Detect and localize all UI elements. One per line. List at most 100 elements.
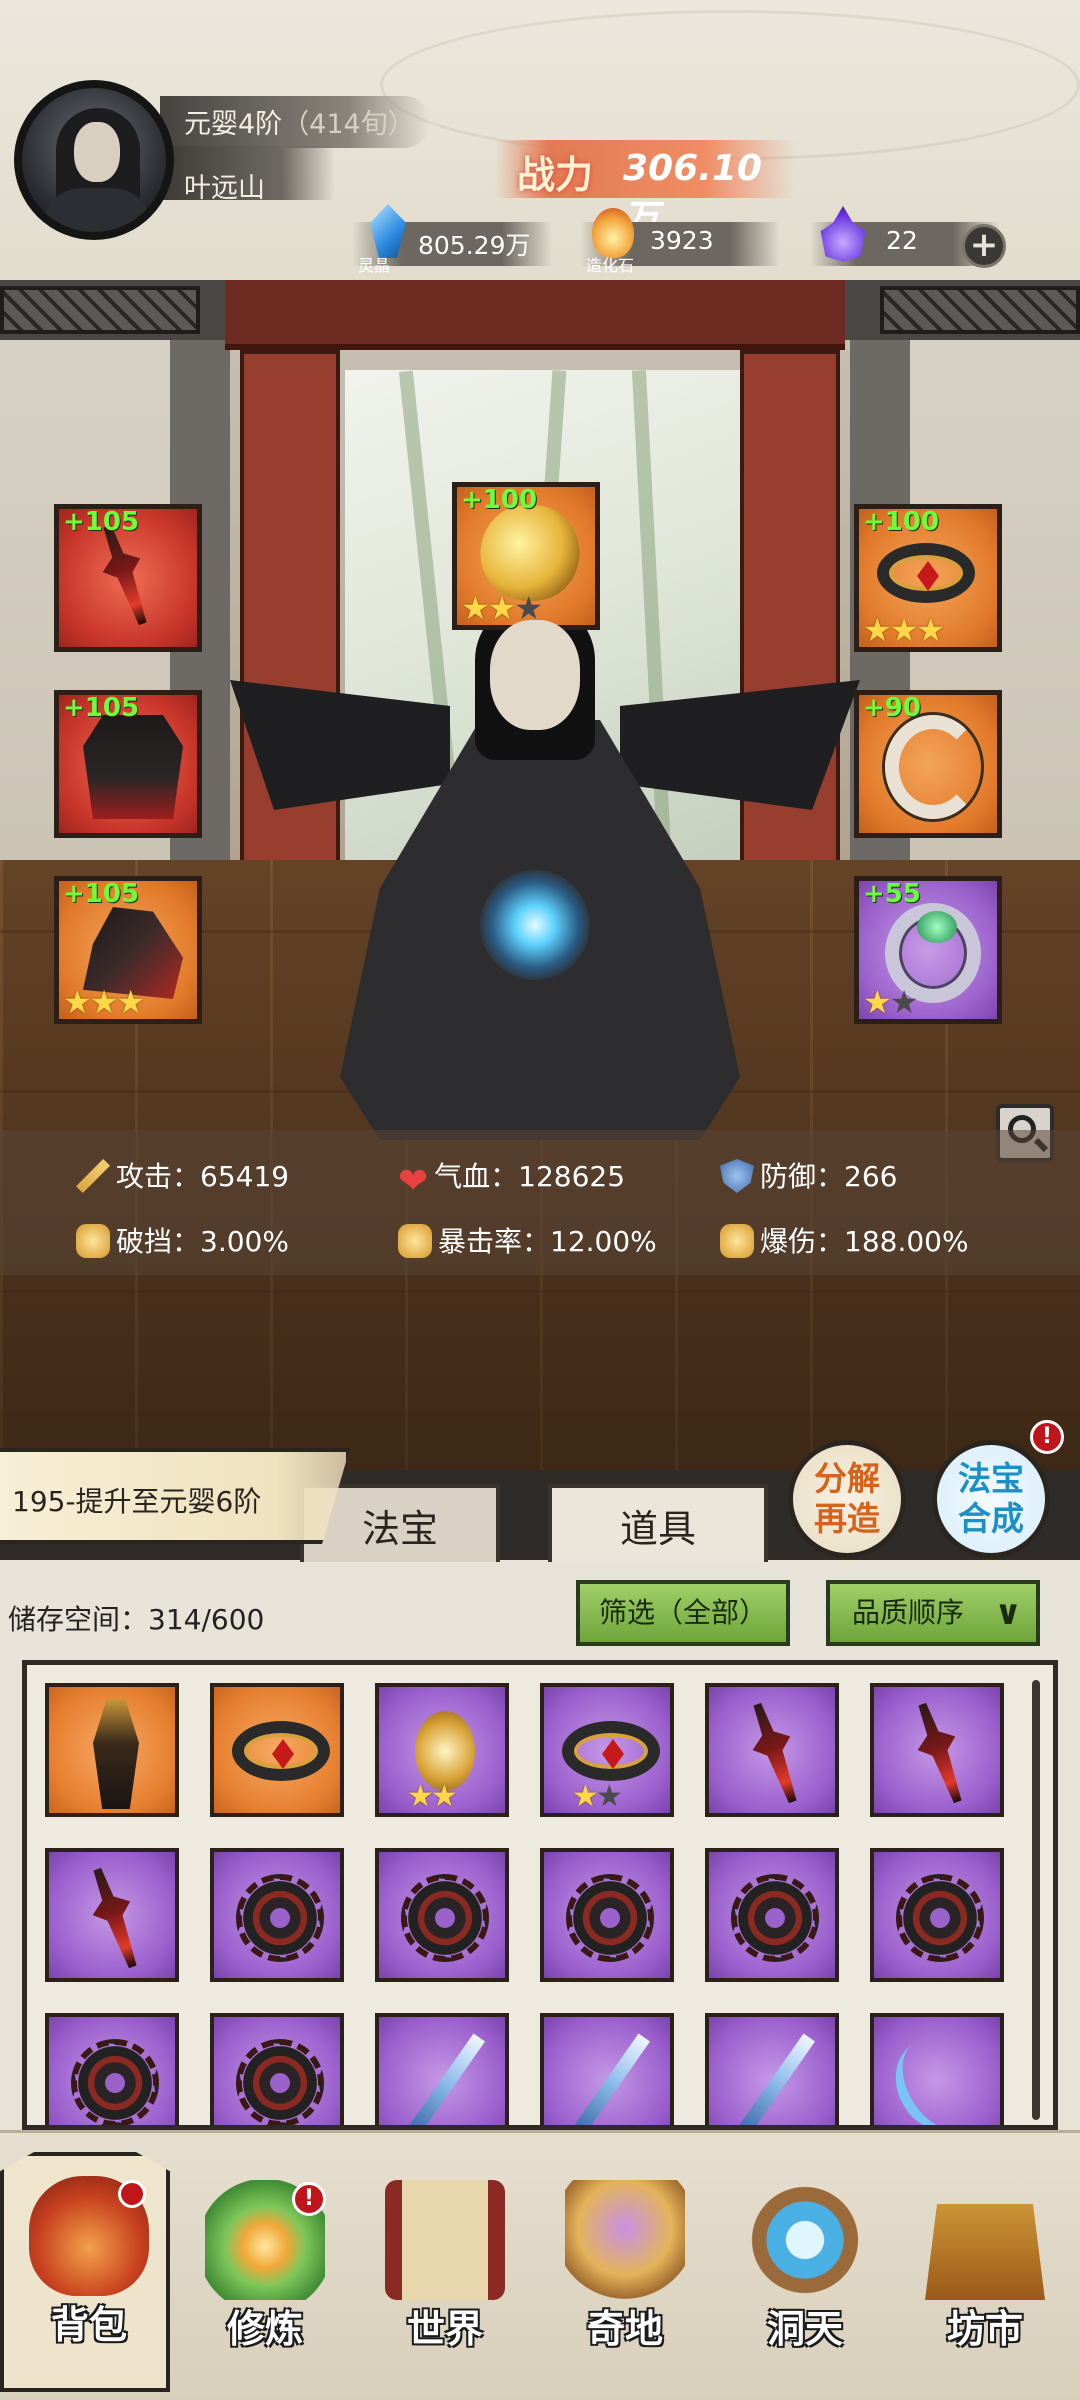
character-head xyxy=(490,620,580,730)
penetration-icon xyxy=(76,1224,110,1258)
dagger-icon xyxy=(903,1697,976,1808)
dagger-icon xyxy=(78,1862,151,1973)
sort-label: 品质顺序 xyxy=(852,1596,965,1629)
slot-level: +105 xyxy=(63,693,140,723)
equip-slot-weapon[interactable]: +105 xyxy=(54,504,202,652)
nav-cave[interactable]: 洞天 xyxy=(720,2160,890,2380)
quest-banner[interactable]: 195-提升至元婴6阶 xyxy=(0,1448,350,1544)
inventory-item[interactable] xyxy=(705,1848,839,1982)
inventory-item[interactable] xyxy=(540,2013,674,2125)
bag-dot-badge xyxy=(118,2180,146,2208)
decorative-swirl xyxy=(380,10,1080,160)
stat-penetration-text: 破挡：3.00% xyxy=(116,1225,289,1258)
stat-attack: 攻击：65419 xyxy=(76,1155,289,1195)
inventory-item[interactable] xyxy=(375,2013,509,2125)
merge-alert-badge: ! xyxy=(1030,1420,1064,1454)
item-stars: ★★ xyxy=(407,1779,458,1814)
purple-flame-value: 22 xyxy=(886,226,918,255)
nav-market[interactable]: 坊市 xyxy=(900,2160,1070,2380)
equip-slot-armor[interactable]: +105 xyxy=(54,690,202,838)
inventory-item[interactable] xyxy=(45,1848,179,1982)
nav-bag-label: 背包 xyxy=(50,2302,127,2347)
nav-wonderland-label: 奇地 xyxy=(586,2306,663,2351)
blade-icon xyxy=(571,2033,651,2125)
inventory-scrollbar[interactable] xyxy=(1032,1680,1040,2120)
land-icon xyxy=(565,2180,685,2300)
creation-stone-label: 造化石 xyxy=(586,256,635,275)
filter-button[interactable]: 筛选（全部） xyxy=(576,1580,790,1646)
spirit-orb xyxy=(480,870,590,980)
player-name: 叶远山 xyxy=(184,173,265,204)
equip-slot-ring[interactable]: +55 ★★ xyxy=(854,876,1002,1024)
inventory-item[interactable] xyxy=(210,1683,344,1817)
nav-wonderland[interactable]: 奇地 xyxy=(540,2160,710,2380)
ring-icon xyxy=(562,1721,660,1781)
equip-slot-pendant[interactable]: +90 xyxy=(854,690,1002,838)
inventory-item[interactable] xyxy=(210,1848,344,1982)
inventory-item[interactable] xyxy=(870,2013,1004,2125)
saw-icon xyxy=(731,1874,819,1962)
slot-level: +55 xyxy=(863,879,921,909)
stat-crit-rate-text: 暴击率：12.00% xyxy=(438,1225,657,1258)
realm-label: 元婴4阶（414旬） xyxy=(184,102,415,141)
chest-icon xyxy=(925,2204,1045,2300)
stat-crit-damage-text: 爆伤：188.00% xyxy=(760,1225,969,1258)
spirit-crystal-value: 805.29万 xyxy=(418,231,531,260)
avatar-face xyxy=(74,122,120,182)
nav-cultivate-label: 修炼 xyxy=(226,2306,303,2351)
stat-hp: ❤ 气血：128625 xyxy=(398,1155,625,1202)
inventory-item[interactable] xyxy=(705,1683,839,1817)
totem-icon xyxy=(93,1699,139,1809)
spirit-crystal-label: 灵晶 xyxy=(358,256,391,275)
inventory-item[interactable]: ★★ xyxy=(375,1683,509,1817)
stat-crit-rate: 暴击率：12.00% xyxy=(398,1220,657,1260)
inventory-item[interactable]: ★★ xyxy=(540,1683,674,1817)
cultivate-alert-badge: ! xyxy=(292,2182,326,2216)
ring-icon xyxy=(232,1721,330,1781)
item-stars: ★★ xyxy=(572,1779,623,1814)
inventory-item[interactable] xyxy=(45,1683,179,1817)
saw-icon xyxy=(236,1874,324,1962)
lattice-right xyxy=(880,286,1080,334)
decompose-button[interactable]: 分解 再造 xyxy=(788,1440,906,1558)
crown-ring-icon xyxy=(877,543,975,603)
quest-text: 195-提升至元婴6阶 xyxy=(12,1485,262,1518)
sort-dropdown[interactable]: 品质顺序 ∨ xyxy=(826,1580,1040,1646)
slot-level: +105 xyxy=(63,507,140,537)
realm-text: 元婴4阶 xyxy=(184,109,283,140)
merge-button[interactable]: 法宝 合成 xyxy=(932,1440,1050,1558)
slot-stars: ★★★ xyxy=(63,983,145,1021)
saw-icon xyxy=(896,1874,984,1962)
stat-defense: 防御：266 xyxy=(720,1155,897,1195)
nav-world[interactable]: 世界 xyxy=(360,2160,530,2380)
blade-icon xyxy=(736,2033,816,2125)
power-label: 战力 xyxy=(517,152,594,197)
inventory-item[interactable] xyxy=(540,1848,674,1982)
slot-level: +100 xyxy=(461,485,538,515)
inventory-item[interactable] xyxy=(375,1848,509,1982)
inventory-item[interactable] xyxy=(870,1683,1004,1817)
nav-cave-label: 洞天 xyxy=(766,2306,843,2351)
add-resource-button[interactable]: + xyxy=(962,224,1006,268)
tab-daoju[interactable]: 道具 xyxy=(548,1484,768,1566)
equip-slot-boots[interactable]: +105 ★★★ xyxy=(54,876,202,1024)
equip-slot-treasure[interactable]: +100 ★★★ xyxy=(452,482,600,630)
stat-penetration: 破挡：3.00% xyxy=(76,1220,289,1260)
inventory-item[interactable] xyxy=(210,2013,344,2125)
inventory-item[interactable] xyxy=(45,2013,179,2125)
slot-level: +105 xyxy=(63,879,140,909)
stat-attack-text: 攻击：65419 xyxy=(116,1160,290,1193)
player-avatar[interactable] xyxy=(14,80,174,240)
inventory-item[interactable] xyxy=(705,2013,839,2125)
character-sleeve-left xyxy=(230,680,450,810)
sword-icon xyxy=(76,1159,110,1193)
lattice-left xyxy=(0,286,200,334)
slot-level: +90 xyxy=(863,693,921,723)
equip-slot-crown[interactable]: +100 ★★★ xyxy=(854,504,1002,652)
shield-icon xyxy=(720,1159,754,1193)
slot-stars: ★★★ xyxy=(863,611,945,649)
chevron-down-icon: ∨ xyxy=(994,1593,1022,1633)
floor-seam xyxy=(0,1290,1080,1293)
door-beam xyxy=(225,280,845,350)
inventory-item[interactable] xyxy=(870,1848,1004,1982)
